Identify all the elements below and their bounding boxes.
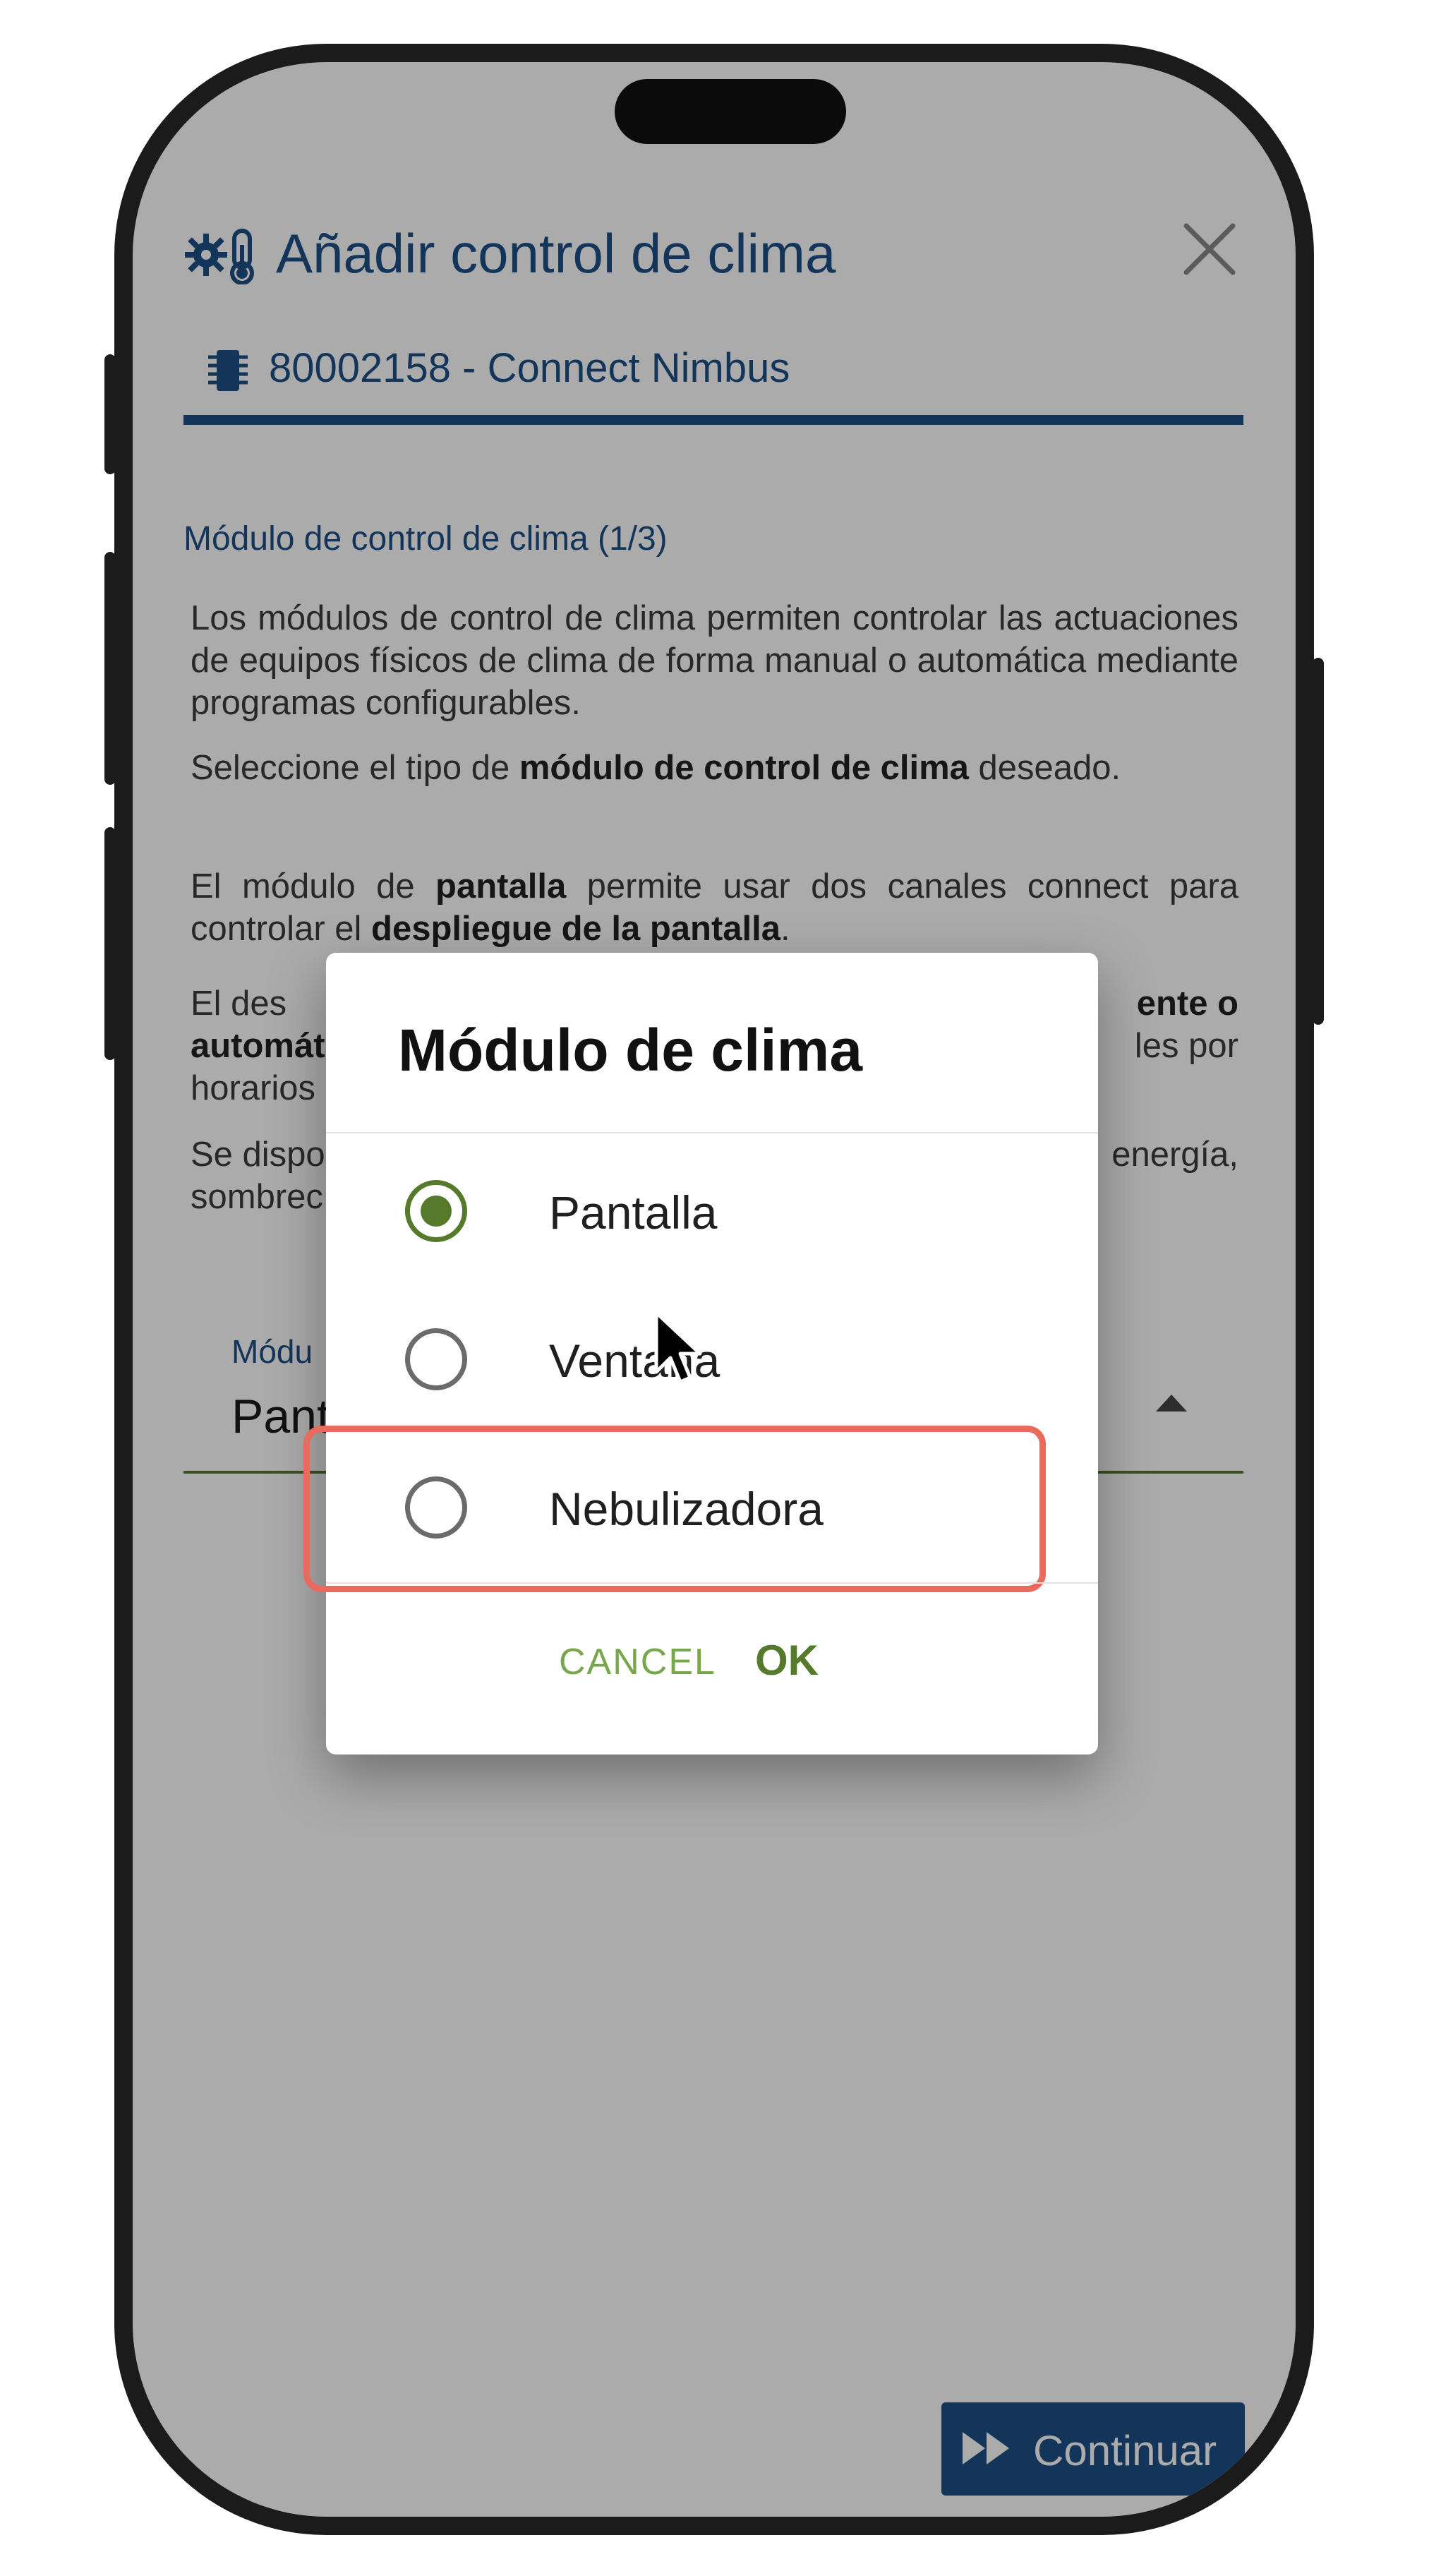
radio-selected-icon[interactable] [405, 1180, 467, 1242]
radio-unselected-icon[interactable] [405, 1328, 467, 1390]
climate-module-dialog: Módulo de clima Pantalla Ventana Nebuliz… [303, 953, 1098, 1755]
mouse-pointer-icon [654, 1311, 702, 1384]
dynamic-island [615, 79, 846, 144]
side-button-silent [104, 354, 116, 474]
radio-unselected-icon[interactable] [405, 1476, 467, 1539]
option-label: Pantalla [549, 1186, 718, 1239]
cancel-button[interactable]: CANCEL [559, 1641, 716, 1683]
phone-frame: Añadir control de clima 80002158 - Conne… [104, 44, 1324, 2535]
side-button-volume-down [104, 827, 116, 1060]
option-label: Nebulizadora [549, 1483, 824, 1535]
option-pantalla[interactable]: Pantalla [326, 1136, 1098, 1284]
option-ventana[interactable]: Ventana [326, 1284, 1098, 1433]
dialog-divider-top [326, 1132, 1098, 1133]
phone-screen: Añadir control de clima 80002158 - Conne… [133, 62, 1296, 2517]
dialog-divider-bottom [326, 1582, 1098, 1584]
side-button-power [1313, 658, 1324, 1025]
option-nebulizadora[interactable]: Nebulizadora [303, 1426, 1098, 1592]
ok-button[interactable]: OK [755, 1636, 819, 1685]
dialog-title: Módulo de clima [398, 1017, 863, 1083]
side-button-volume-up [104, 552, 116, 785]
